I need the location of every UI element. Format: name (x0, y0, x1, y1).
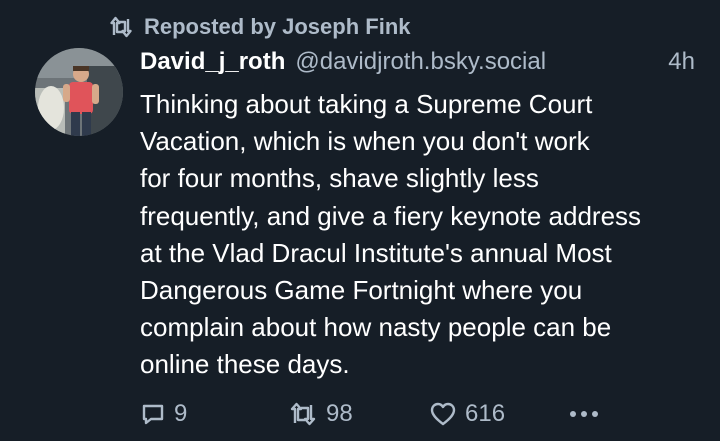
more-options-icon (570, 411, 598, 417)
post-text-line: for four months, shave slightly less (140, 163, 539, 194)
reply-button[interactable]: 9 (140, 396, 187, 432)
post-text[interactable]: Thinking about taking a Supreme Court Va… (140, 86, 705, 384)
post-text-line: at the Vlad Dracul Institute's annual Mo… (140, 237, 612, 268)
repost-indicator[interactable]: Reposted by Joseph Fink (108, 12, 411, 42)
reply-icon (142, 404, 164, 425)
avatar[interactable] (35, 48, 123, 136)
post-text-line: frequently, and give a fiery keynote add… (140, 200, 642, 231)
repost-icon (290, 402, 316, 426)
post-text-line: Dangerous Game Fortnight where you (140, 275, 583, 306)
reply-count: 9 (174, 400, 188, 427)
post-text-line: complain about how nasty people can be (140, 312, 612, 343)
post-text-line: online these days. (140, 349, 350, 380)
repost-icon (110, 16, 132, 38)
repost-button[interactable]: 98 (288, 396, 353, 432)
like-count: 616 (465, 400, 506, 427)
post-text-line: Vacation, which is when you don't work (140, 126, 590, 157)
author-handle[interactable]: @davidjroth.bsky.social (295, 48, 546, 76)
post-actions: 9 98 616 (140, 396, 610, 432)
post-header: David_j_roth @davidjroth.bsky.social 4h (140, 48, 695, 82)
more-options-button[interactable] (568, 396, 608, 432)
heart-icon (430, 402, 456, 426)
author-name[interactable]: David_j_roth (140, 48, 285, 76)
post-text-line: Thinking about taking a Supreme Court (140, 89, 593, 119)
repost-count: 98 (326, 400, 353, 427)
repost-label: Reposted by Joseph Fink (144, 14, 411, 39)
post-timestamp[interactable]: 4h (668, 48, 695, 76)
like-button[interactable]: 616 (429, 396, 505, 432)
